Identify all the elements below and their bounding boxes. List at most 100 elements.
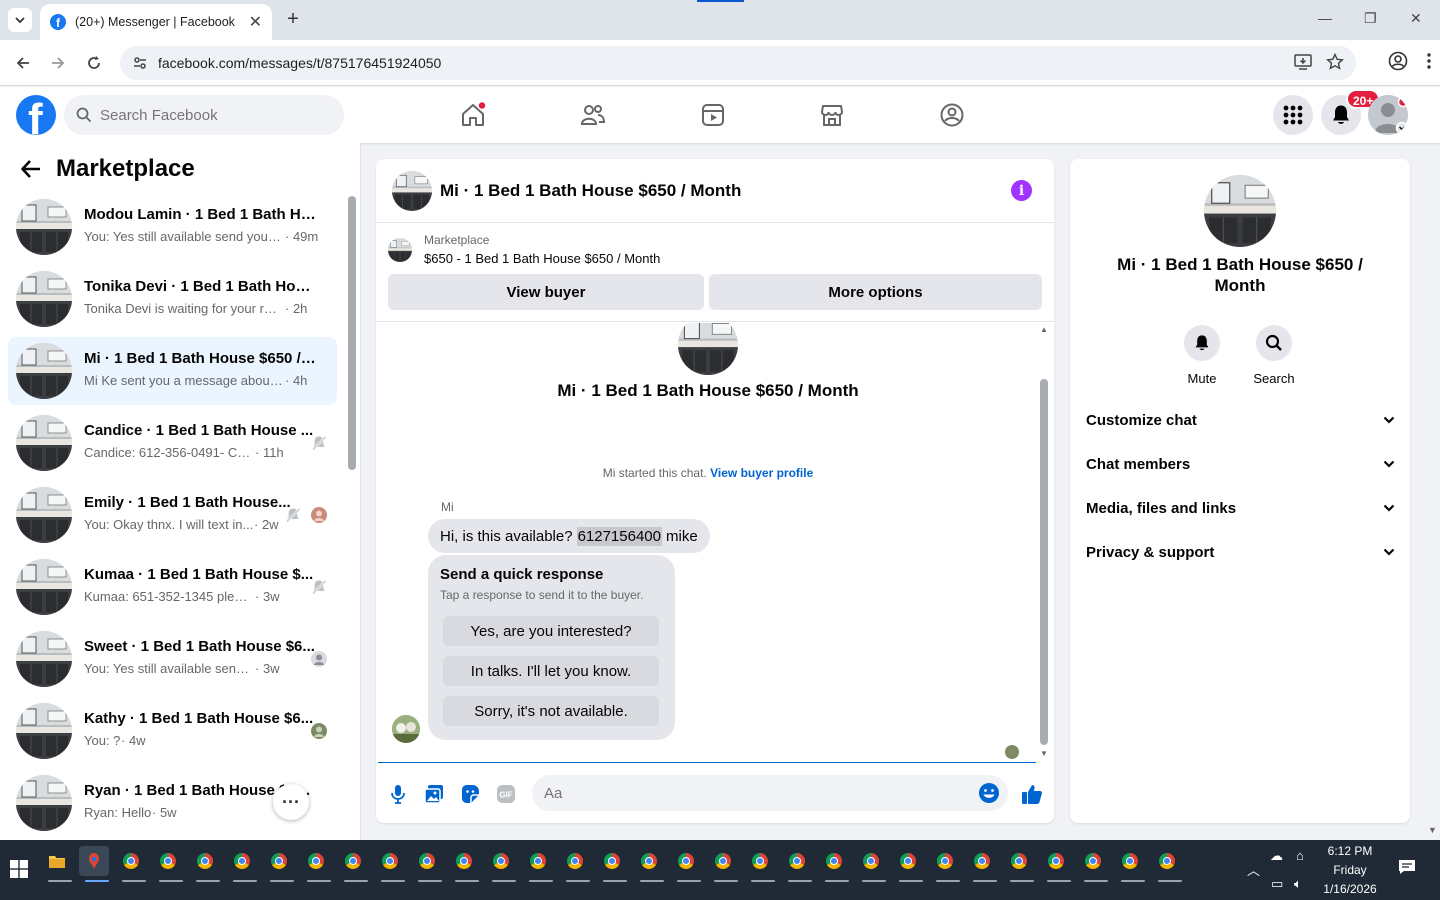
account-avatar[interactable] <box>1368 95 1408 135</box>
restore-icon[interactable]: ❐ <box>1364 10 1377 27</box>
page-scroll-down-icon[interactable]: ▼ <box>1428 825 1437 835</box>
window-close-icon[interactable]: ✕ <box>1410 10 1422 27</box>
conversation-item[interactable]: Kumaa · 1 Bed 1 Bath House $... Kumaa: 65… <box>8 553 337 621</box>
chat-scroll-down-icon[interactable]: ▼ <box>1040 749 1048 758</box>
pinned-app-taskbar-icon[interactable] <box>79 846 109 882</box>
chrome-taskbar-icon[interactable] <box>819 846 849 882</box>
left-scrollbar-thumb[interactable] <box>348 196 356 470</box>
chrome-taskbar-icon[interactable] <box>1004 846 1034 882</box>
volume-icon[interactable]: 🔈︎ <box>1294 876 1302 892</box>
system-clock[interactable]: 6:12 PM Friday 1/16/2026 <box>1310 842 1390 899</box>
conversation-item[interactable]: Candice · 1 Bed 1 Bath House ... Candice:… <box>8 409 337 477</box>
show-hidden-icons-icon[interactable]: ︿ <box>1247 860 1260 879</box>
chrome-taskbar-icon[interactable] <box>1115 846 1145 882</box>
facebook-search[interactable] <box>64 95 344 135</box>
facebook-logo[interactable]: f <box>16 95 56 135</box>
conversation-item[interactable]: Modou Lamin · 1 Bed 1 Bath Ho... You: Yes… <box>8 193 337 261</box>
sticker-button[interactable] <box>458 782 482 806</box>
chrome-taskbar-icon[interactable] <box>153 846 183 882</box>
conversation-item[interactable]: Mi · 1 Bed 1 Bath House $650 / ... Mi Ke … <box>8 337 337 405</box>
bookmark-star-icon[interactable] <box>1326 53 1344 71</box>
chrome-taskbar-icon[interactable] <box>449 846 479 882</box>
chrome-taskbar-icon[interactable] <box>301 846 331 882</box>
chrome-taskbar-icon[interactable] <box>634 846 664 882</box>
conversation-item[interactable]: Emily · 1 Bed 1 Bath House... You: Okay t… <box>8 481 337 549</box>
more-options-button[interactable]: ··· <box>273 784 309 820</box>
message-input[interactable] <box>544 775 964 811</box>
chrome-taskbar-icon[interactable] <box>338 846 368 882</box>
nav-video[interactable] <box>683 95 743 135</box>
menu-button[interactable] <box>1273 95 1313 135</box>
address-bar[interactable]: facebook.com/messages/t/875176451924050 <box>120 46 1356 80</box>
voice-clip-button[interactable] <box>386 782 410 806</box>
section-media-files-links[interactable]: Media, files and links <box>1086 493 1396 523</box>
info-thumbnail[interactable] <box>1204 175 1276 247</box>
send-like-button[interactable] <box>1020 782 1044 806</box>
file-explorer-taskbar-icon[interactable] <box>42 846 72 882</box>
chrome-taskbar-icon[interactable] <box>745 846 775 882</box>
chrome-taskbar-icon[interactable] <box>930 846 960 882</box>
weather-icon[interactable]: ☁ <box>1270 848 1283 864</box>
listing-title[interactable]: $650 - 1 Bed 1 Bath House $650 / Month <box>424 251 660 266</box>
conversation-item[interactable]: Tonika Devi · 1 Bed 1 Bath House... Tonik… <box>8 265 337 333</box>
notifications-center-icon[interactable] <box>1398 858 1416 879</box>
quick-response-yes[interactable]: Yes, are you interested? <box>443 616 659 646</box>
phone-number-highlight[interactable]: 6127156400 <box>576 526 662 546</box>
minimize-icon[interactable]: — <box>1318 10 1332 26</box>
message-input-wrapper[interactable] <box>532 775 1008 811</box>
chrome-taskbar-icon[interactable] <box>1152 846 1182 882</box>
install-app-icon[interactable] <box>1294 53 1312 71</box>
info-icon[interactable]: i <box>1011 180 1032 201</box>
search-in-chat-button[interactable]: Search <box>1244 325 1304 386</box>
chat-scroll-up-icon[interactable]: ▲ <box>1040 325 1048 334</box>
new-tab-button[interactable]: + <box>282 8 304 30</box>
meet-now-icon[interactable]: ⌂ <box>1296 848 1304 863</box>
emoji-icon[interactable] <box>978 782 1000 804</box>
back-arrow-icon[interactable] <box>20 159 42 179</box>
browser-tab-messenger[interactable]: f (20+) Messenger | Facebook ✕ <box>40 4 272 40</box>
nav-home[interactable] <box>443 95 503 135</box>
chrome-taskbar-icon[interactable] <box>1041 846 1071 882</box>
chrome-taskbar-icon[interactable] <box>597 846 627 882</box>
section-privacy-support[interactable]: Privacy & support <box>1086 537 1396 567</box>
view-buyer-button[interactable]: View buyer <box>388 274 704 310</box>
chrome-taskbar-icon[interactable] <box>671 846 701 882</box>
chrome-taskbar-icon[interactable] <box>264 846 294 882</box>
reload-button[interactable] <box>81 50 107 76</box>
tab-search-button[interactable] <box>8 8 32 32</box>
chrome-taskbar-icon[interactable] <box>486 846 516 882</box>
quick-response-in-talks[interactable]: In talks. I'll let you know. <box>443 656 659 686</box>
conversation-item[interactable]: Sweet · 1 Bed 1 Bath House $6... You: Yes… <box>8 625 337 693</box>
chrome-taskbar-icon[interactable] <box>856 846 886 882</box>
gif-button[interactable]: GIF <box>494 782 518 806</box>
nav-friends[interactable] <box>563 95 623 135</box>
chrome-taskbar-icon[interactable] <box>1078 846 1108 882</box>
nav-marketplace[interactable] <box>802 95 862 135</box>
listing-thumbnail[interactable] <box>388 238 412 262</box>
chrome-taskbar-icon[interactable] <box>967 846 997 882</box>
chrome-taskbar-icon[interactable] <box>782 846 812 882</box>
sender-avatar[interactable] <box>392 715 420 743</box>
chrome-taskbar-icon[interactable] <box>412 846 442 882</box>
network-icon[interactable]: ▭ <box>1271 876 1283 892</box>
chrome-taskbar-icon[interactable] <box>227 846 257 882</box>
forward-button[interactable] <box>45 50 71 76</box>
chrome-taskbar-icon[interactable] <box>375 846 405 882</box>
conversation-item[interactable]: Kathy · 1 Bed 1 Bath House $6... You: ? · … <box>8 697 337 765</box>
section-customize-chat[interactable]: Customize chat <box>1086 405 1396 435</box>
profile-icon[interactable] <box>1388 51 1408 71</box>
quick-response-sorry[interactable]: Sorry, it's not available. <box>443 696 659 726</box>
section-chat-members[interactable]: Chat members <box>1086 449 1396 479</box>
chrome-taskbar-icon[interactable] <box>708 846 738 882</box>
more-options-button[interactable]: More options <box>709 274 1042 310</box>
chat-scrollbar-thumb[interactable] <box>1040 379 1048 745</box>
chrome-taskbar-icon[interactable] <box>893 846 923 882</box>
chrome-taskbar-icon[interactable] <box>116 846 146 882</box>
chat-title[interactable]: Mi · 1 Bed 1 Bath House $650 / Month <box>440 181 741 201</box>
chrome-taskbar-icon[interactable] <box>560 846 590 882</box>
kebab-menu-icon[interactable] <box>1426 51 1432 71</box>
back-button[interactable] <box>10 50 36 76</box>
mute-button[interactable]: Mute <box>1172 325 1232 386</box>
search-input[interactable] <box>100 106 320 124</box>
chrome-taskbar-icon[interactable] <box>523 846 553 882</box>
